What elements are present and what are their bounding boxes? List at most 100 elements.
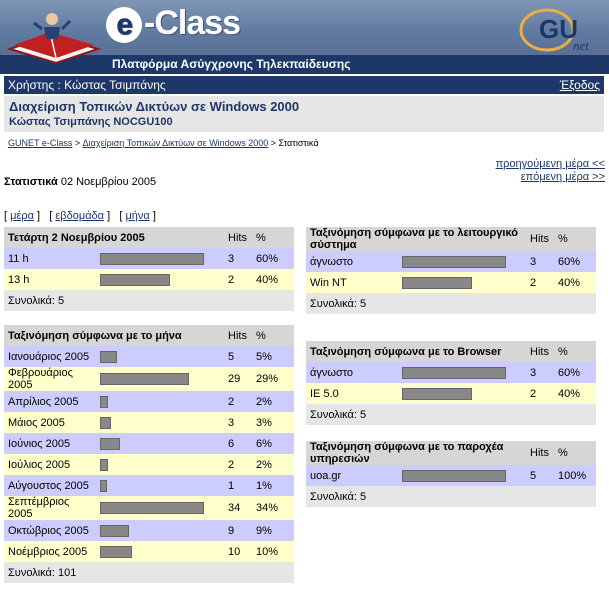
breadcrumb-separator: >	[268, 138, 279, 148]
row-bar	[100, 395, 108, 408]
row-total: Συνολικά: 5	[306, 404, 596, 425]
row-percent: 60%	[554, 251, 596, 272]
table-total-row: Συνολικά: 101	[4, 562, 294, 583]
table-row: Win NT 2 40%	[306, 272, 596, 293]
row-bar-cell	[398, 362, 526, 383]
row-hits: 3	[526, 251, 554, 272]
row-label: 11 h	[4, 248, 96, 269]
brand-title: e -Class	[106, 4, 241, 43]
table-total-row: Συνολικά: 5	[306, 486, 596, 507]
row-hits: 6	[224, 433, 252, 454]
hits-column-header: Hits	[526, 441, 554, 465]
row-bar-cell	[96, 475, 224, 496]
row-label: Φεβρουάριος 2005	[4, 367, 96, 391]
table-row: Ιανουάριος 2005 5 5%	[4, 346, 294, 367]
percent-column-header: %	[252, 227, 294, 248]
row-hits: 3	[224, 248, 252, 269]
platform-subtitle: Πλατφόρμα Ασύγχρονης Τηλεκπαίδευσης	[112, 57, 351, 71]
breadcrumb-separator: >	[72, 138, 83, 148]
os-stats-table: Ταξινόμηση σύμφωνα με το λειτουργικό σύσ…	[306, 227, 596, 314]
row-label: Οκτώβριος 2005	[4, 520, 96, 541]
row-total: Συνολικά: 101	[4, 562, 294, 583]
row-bar-cell	[398, 465, 526, 486]
row-bar	[100, 479, 107, 492]
row-label: Win NT	[306, 272, 398, 293]
row-label: Ιανουάριος 2005	[4, 346, 96, 367]
row-percent: 2%	[252, 391, 294, 412]
row-bar-cell	[96, 269, 224, 290]
logout-link[interactable]: Έξοδος	[560, 78, 600, 92]
row-bar-cell	[96, 541, 224, 562]
breadcrumb-course-link[interactable]: Διαχείριση Τοπικών Δικτύων σε Windows 20…	[83, 138, 269, 148]
breadcrumb-home-link[interactable]: GUNET e-Class	[8, 138, 72, 148]
row-label: άγνωστο	[306, 362, 398, 383]
previous-day-link[interactable]: προηγούμενη μέρα <<	[496, 158, 605, 171]
row-label: άγνωστο	[306, 251, 398, 272]
table-row: Νοέμβριος 2005 10 10%	[4, 541, 294, 562]
row-percent: 60%	[554, 362, 596, 383]
row-label: Νοέμβριος 2005	[4, 541, 96, 562]
row-percent: 40%	[554, 272, 596, 293]
hits-column-header: Hits	[224, 227, 252, 248]
brand-text: -Class	[144, 4, 241, 42]
row-bar-cell	[398, 272, 526, 293]
row-bar-cell	[96, 367, 224, 391]
period-month-link[interactable]: μήνα	[125, 210, 149, 222]
row-hits: 2	[224, 391, 252, 412]
percent-column-header: %	[554, 441, 596, 465]
percent-column-header: %	[554, 227, 596, 251]
next-day-link[interactable]: επόμενη μέρα >>	[496, 171, 605, 184]
row-label: Αύγουστος 2005	[4, 475, 96, 496]
breadcrumb-current: Στατιστικά	[278, 138, 319, 148]
row-hits: 2	[224, 269, 252, 290]
user-bar: Χρήστης : Κώστας Τσιμπάνης Έξοδος	[4, 76, 604, 94]
table-row: Ιούνιος 2005 6 6%	[4, 433, 294, 454]
row-bar	[100, 502, 204, 514]
row-percent: 40%	[252, 269, 294, 290]
hits-column-header: Hits	[526, 227, 554, 251]
period-selector: [ μέρα ] [ εβδομάδα ] [ μήνα ]	[4, 210, 156, 222]
row-bar	[100, 373, 189, 385]
table-row: uoa.gr 5 100%	[306, 465, 596, 486]
table-header-row: Ταξινόμηση σύμφωνα με το μήνα Hits%	[4, 325, 294, 346]
row-percent: 5%	[252, 346, 294, 367]
row-bar	[100, 252, 204, 265]
row-percent: 29%	[252, 367, 294, 391]
day-navigation: προηγούμενη μέρα << επόμενη μέρα >>	[496, 158, 605, 184]
table-row: IE 5.0 2 40%	[306, 383, 596, 404]
period-week-link[interactable]: εβδομάδα	[55, 210, 104, 222]
row-bar	[100, 458, 108, 471]
row-bar-cell	[96, 248, 224, 269]
row-hits: 2	[526, 383, 554, 404]
table-row: Αύγουστος 2005 1 1%	[4, 475, 294, 496]
row-percent: 100%	[554, 465, 596, 486]
provider-stats-table: Ταξινόμηση σύμφωνα με το παροχέα υπηρεσι…	[306, 441, 596, 507]
row-label: IE 5.0	[306, 383, 398, 404]
row-hits: 34	[224, 496, 252, 520]
row-bar-cell	[96, 496, 224, 520]
row-bar	[402, 276, 472, 289]
row-bar	[100, 524, 129, 537]
percent-column-header: %	[252, 325, 294, 346]
table-title: Ταξινόμηση σύμφωνα με το λειτουργικό σύσ…	[306, 227, 526, 251]
row-percent: 3%	[252, 412, 294, 433]
row-bar-cell	[96, 433, 224, 454]
row-hits: 9	[224, 520, 252, 541]
table-title: Ταξινόμηση σύμφωνα με το παροχέα υπηρεσι…	[306, 441, 526, 465]
row-bar-cell	[96, 346, 224, 367]
period-day-link[interactable]: μέρα	[10, 210, 34, 222]
row-bar-cell	[398, 383, 526, 404]
row-percent: 10%	[252, 541, 294, 562]
row-bar-cell	[398, 251, 526, 272]
table-row: Φεβρουάριος 2005 29 29%	[4, 367, 294, 391]
row-label: Ιούνιος 2005	[4, 433, 96, 454]
stats-date: 02 Νοεμβρίου 2005	[57, 176, 157, 188]
table-row: 11 h 3 60%	[4, 248, 294, 269]
stats-heading: Στατιστικά 02 Νοεμβρίου 2005	[4, 176, 156, 188]
row-bar	[402, 387, 472, 400]
row-hits: 3	[526, 362, 554, 383]
table-title: Τετάρτη 2 Νοεμβρίου 2005	[4, 227, 224, 248]
table-row: άγνωστο 3 60%	[306, 362, 596, 383]
row-bar	[100, 416, 111, 429]
hits-column-header: Hits	[526, 341, 554, 362]
